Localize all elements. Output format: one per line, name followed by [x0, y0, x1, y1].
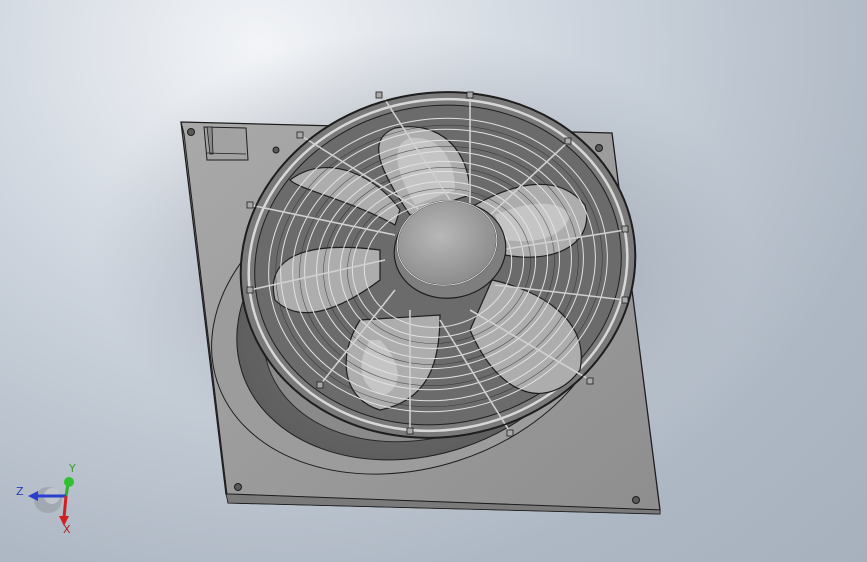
bracket-tab	[203, 126, 249, 161]
y-axis-head-icon	[64, 477, 74, 487]
orientation-triad[interactable]	[14, 462, 84, 542]
x-axis-line	[62, 495, 68, 519]
z-axis-head-icon	[28, 491, 38, 501]
fan-model[interactable]	[0, 0, 867, 562]
x-axis-head-icon	[59, 516, 69, 526]
graphics-viewport[interactable]: Y Z X	[0, 0, 867, 562]
